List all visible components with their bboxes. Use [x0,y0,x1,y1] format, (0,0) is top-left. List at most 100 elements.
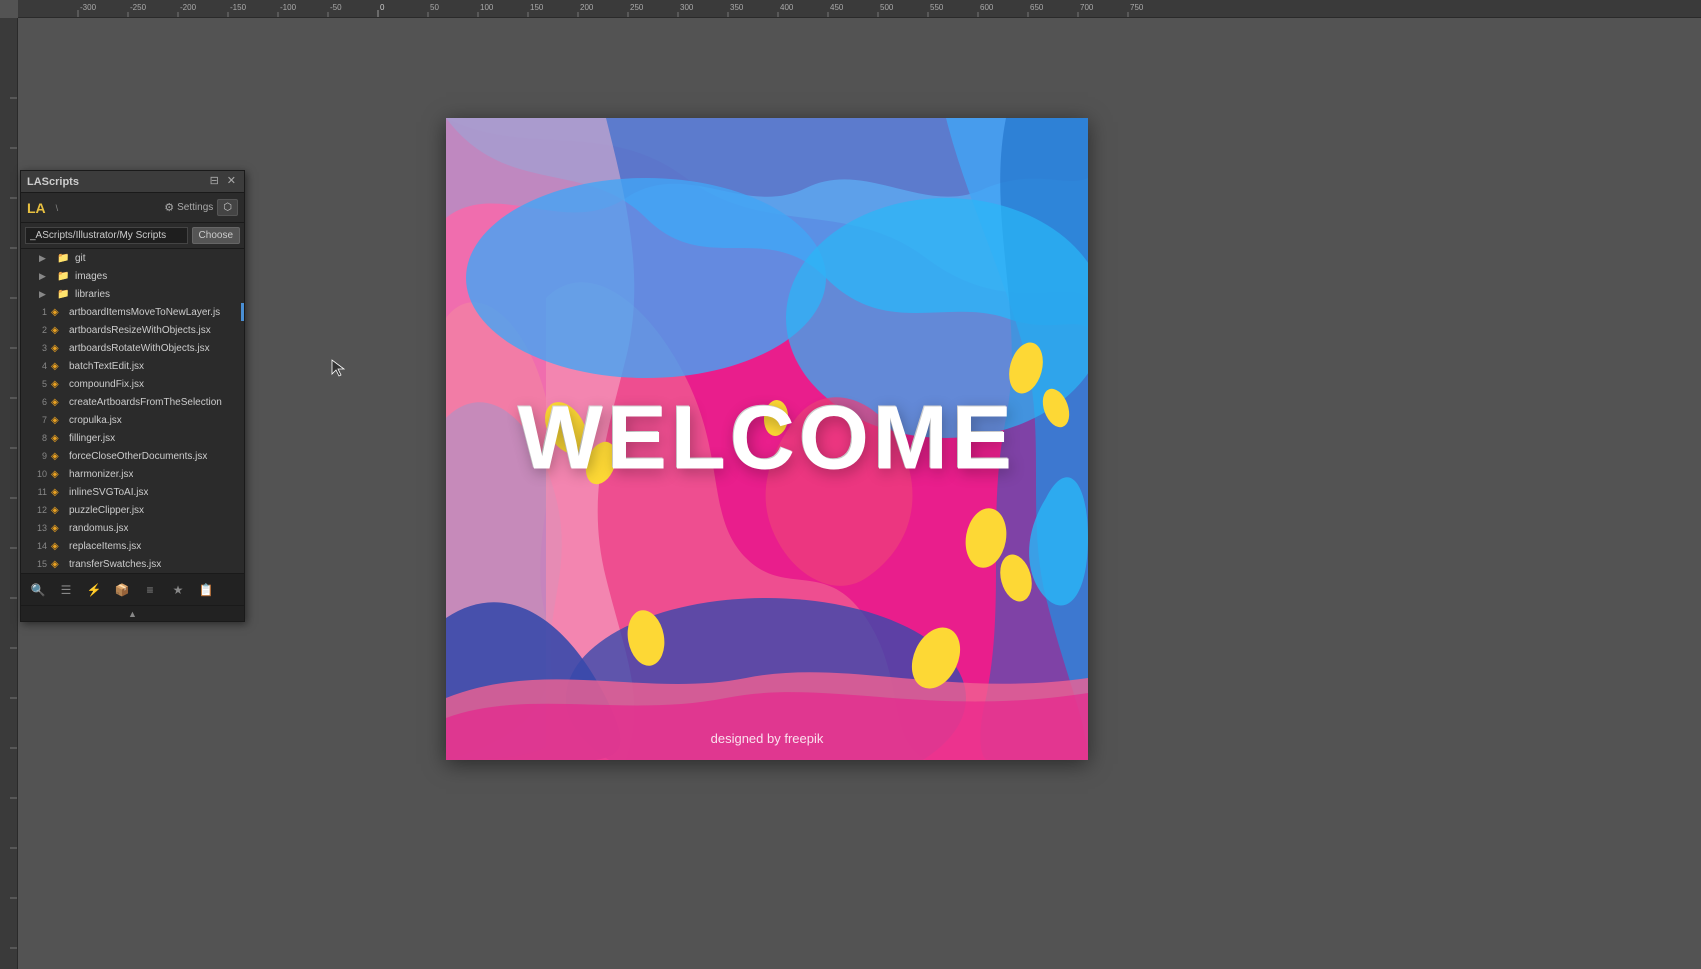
jsx-icon: ◈ [51,415,65,426]
box-tab[interactable]: 📦 [109,579,135,601]
svg-text:-100: -100 [280,3,297,12]
panel-close-button[interactable]: ✕ [225,176,238,187]
expand-arrow-icon: ▶ [39,271,53,282]
file-item-7[interactable]: 7 ◈ cropulka.jsx [21,411,244,429]
file-item-11[interactable]: 11 ◈ inlineSVGToAI.jsx [21,483,244,501]
search-tab[interactable]: 🔍 [25,579,51,601]
la-logo: LA [27,200,46,216]
lightning-icon: ⚡ [87,583,102,597]
search-icon: 🔍 [31,583,46,597]
list-tab[interactable]: ☰ [53,579,79,601]
file-item-12[interactable]: 12 ◈ puzzleClipper.jsx [21,501,244,519]
layers-icon: ≡ [146,583,153,597]
panel-title: LAScripts [27,176,79,188]
star-icon: ★ [173,583,184,597]
file-name-10: harmonizer.jsx [69,469,133,480]
file-item-8[interactable]: 8 ◈ fillinger.jsx [21,429,244,447]
folder-icon: 📁 [57,271,71,282]
jsx-icon: ◈ [51,343,65,354]
file-name-9: forceCloseOtherDocuments.jsx [69,451,207,462]
folder-images-name: images [75,271,107,282]
jsx-icon: ◈ [51,451,65,462]
collapse-arrow-icon: ▲ [128,609,137,619]
file-item-4[interactable]: 4 ◈ batchTextEdit.jsx [21,357,244,375]
collapse-bar[interactable]: ▲ [21,605,244,621]
svg-text:-50: -50 [330,3,342,12]
file-num: 14 [29,541,47,551]
file-name-2: artboardsResizeWithObjects.jsx [69,325,211,336]
settings-button[interactable]: ⚙ Settings [164,201,213,214]
svg-text:200: 200 [580,3,594,12]
file-name-7: cropulka.jsx [69,415,122,426]
svg-text:300: 300 [680,3,694,12]
welcome-text: WELCOME [518,388,1016,491]
file-name-15: transferSwatches.jsx [69,559,161,570]
file-name-11: inlineSVGToAI.jsx [69,487,148,498]
path-input[interactable] [25,227,188,244]
file-item-1[interactable]: 1 ◈ artboardItemsMoveToNewLayer.js [21,303,244,321]
svg-text:600: 600 [980,3,994,12]
file-name-14: replaceItems.jsx [69,541,141,552]
folder-images[interactable]: ▶ 📁 images [21,267,244,285]
file-item-15[interactable]: 15 ◈ transferSwatches.jsx [21,555,244,573]
file-num: 5 [29,379,47,389]
file-item-3[interactable]: 3 ◈ artboardsRotateWithObjects.jsx [21,339,244,357]
file-name-13: randomus.jsx [69,523,128,534]
file-num: 1 [29,307,47,317]
lascripts-panel: LAScripts ⊟ ✕ LA \ ⚙ Settings ⬡ Choose ▶… [20,170,245,622]
svg-text:550: 550 [930,3,944,12]
svg-text:-250: -250 [130,3,147,12]
file-item-9[interactable]: 9 ◈ forceCloseOtherDocuments.jsx [21,447,244,465]
star-tab[interactable]: ★ [165,579,191,601]
jsx-icon: ◈ [51,325,65,336]
path-bar: Choose [21,223,244,249]
export-button[interactable]: ⬡ [217,199,238,216]
svg-text:700: 700 [1080,3,1094,12]
svg-text:-150: -150 [230,3,247,12]
file-num: 12 [29,505,47,515]
file-name-5: compoundFix.jsx [69,379,144,390]
file-item-6[interactable]: 6 ◈ createArtboardsFromTheSelection [21,393,244,411]
svg-text:650: 650 [1030,3,1044,12]
settings-label: Settings [177,202,213,213]
file-num: 11 [29,487,47,497]
lightning-tab[interactable]: ⚡ [81,579,107,601]
file-name-12: puzzleClipper.jsx [69,505,144,516]
panel-tabs: 🔍 ☰ ⚡ 📦 ≡ ★ 📋 [21,573,244,605]
svg-text:50: 50 [430,3,439,12]
choose-button[interactable]: Choose [192,227,240,244]
file-name-6: createArtboardsFromTheSelection [69,397,222,408]
file-num: 9 [29,451,47,461]
file-num: 2 [29,325,47,335]
jsx-icon: ◈ [51,397,65,408]
folder-libraries-name: libraries [75,289,110,300]
box-icon: 📦 [115,583,130,597]
file-num: 15 [29,559,47,569]
jsx-icon: ◈ [51,523,65,534]
file-num: 7 [29,415,47,425]
svg-text:450: 450 [830,3,844,12]
folder-libraries[interactable]: ▶ 📁 libraries [21,285,244,303]
clipboard-tab[interactable]: 📋 [193,579,219,601]
svg-text:500: 500 [880,3,894,12]
folder-git[interactable]: ▶ 📁 git [21,249,244,267]
folder-git-name: git [75,253,86,264]
file-item-10[interactable]: 10 ◈ harmonizer.jsx [21,465,244,483]
file-item-13[interactable]: 13 ◈ randomus.jsx [21,519,244,537]
svg-text:-200: -200 [180,3,197,12]
file-num: 3 [29,343,47,353]
file-num: 8 [29,433,47,443]
jsx-icon: ◈ [51,307,65,318]
file-item-14[interactable]: 14 ◈ replaceItems.jsx [21,537,244,555]
clipboard-icon: 📋 [199,583,214,597]
panel-minimize-button[interactable]: ⊟ [208,176,221,187]
jsx-icon: ◈ [51,379,65,390]
layers-tab[interactable]: ≡ [137,579,163,601]
svg-text:-300: -300 [80,3,97,12]
file-list[interactable]: ▶ 📁 git ▶ 📁 images ▶ 📁 libraries 1 ◈ art… [21,249,244,573]
file-num: 13 [29,523,47,533]
file-item-5[interactable]: 5 ◈ compoundFix.jsx [21,375,244,393]
file-item-2[interactable]: 2 ◈ artboardsResizeWithObjects.jsx [21,321,244,339]
ruler-top: -300 -250 -200 -150 -100 -50 0 50 100 15… [18,0,1701,18]
panel-controls: ⊟ ✕ [208,176,238,187]
